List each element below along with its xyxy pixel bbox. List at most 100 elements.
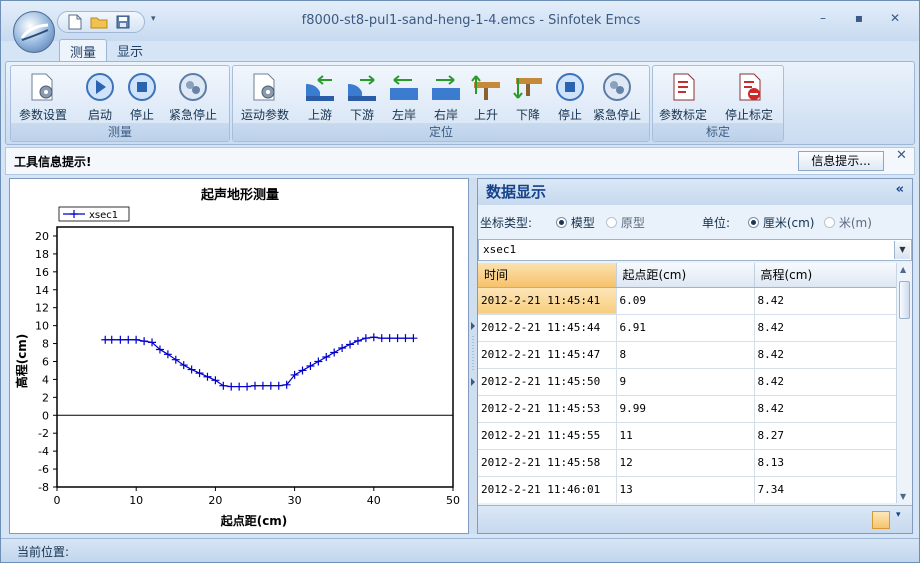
position-stop-button[interactable]: 停止 <box>553 70 587 123</box>
maximize-button[interactable]: ▪ <box>849 11 869 31</box>
cell-distance[interactable]: 6.91 <box>616 314 755 342</box>
emergency-stop-button[interactable]: 紧急停止 <box>169 70 217 123</box>
radio-prototype[interactable]: 原型 <box>606 214 645 231</box>
collapse-icon[interactable]: « <box>896 182 904 197</box>
motion-params-icon <box>248 70 282 104</box>
cell-time[interactable]: 2012-2-21 11:45:47 <box>478 341 617 369</box>
radio-model[interactable]: 模型 <box>556 214 595 231</box>
cell-time[interactable]: 2012-2-21 11:45:44 <box>478 314 617 342</box>
cell-elevation[interactable]: 8.13 <box>754 449 896 477</box>
cell-distance[interactable]: 9.99 <box>616 395 755 423</box>
panel-view-icon[interactable] <box>872 511 890 529</box>
close-icon[interactable]: ✕ <box>896 148 907 163</box>
rise-button[interactable]: 上升 <box>469 70 503 123</box>
x-tick-label: 40 <box>367 494 381 507</box>
chevron-down-icon[interactable]: ▼ <box>894 241 910 259</box>
qat-customize-icon[interactable]: ▾ <box>151 14 156 24</box>
save-icon[interactable] <box>114 13 132 31</box>
upstream-button[interactable]: 上游 <box>303 70 337 123</box>
cell-elevation[interactable]: 8.42 <box>754 287 896 315</box>
new-file-icon[interactable] <box>66 13 84 31</box>
left-bank-button[interactable]: 左岸 <box>387 70 421 123</box>
series-select[interactable]: xsec1 ▼ <box>478 239 912 261</box>
title-bar: ▾ f8000-st8-pul1-sand-heng-1-4.emcs - Si… <box>1 1 919 41</box>
cell-time[interactable]: 2012-2-21 11:45:55 <box>478 422 617 450</box>
cell-time[interactable]: 2012-2-21 11:45:41 <box>478 287 617 315</box>
radio-m[interactable]: 米(m) <box>824 214 872 231</box>
column-header-elevation[interactable]: 高程(cm) <box>754 263 896 288</box>
panel-splitter[interactable] <box>469 178 477 534</box>
cell-time[interactable]: 2012-2-21 11:46:01 <box>478 476 617 503</box>
column-header-distance[interactable]: 起点距(cm) <box>616 263 755 288</box>
tab-measure[interactable]: 测量 <box>59 39 108 61</box>
open-folder-icon[interactable] <box>90 13 108 31</box>
y-tick-label: 6 <box>42 355 49 368</box>
x-tick-label: 0 <box>54 494 61 507</box>
scroll-up-icon[interactable]: ▲ <box>900 265 906 274</box>
data-panel: 数据显示 « 坐标类型: 模型 原型 单位: 厘米(cm) 米(m) xsec1… <box>477 178 913 534</box>
stop-icon <box>125 70 159 104</box>
downstream-button[interactable]: 下游 <box>345 70 379 123</box>
table-row[interactable]: 2012-2-21 11:45:53 9.99 8.42 <box>478 395 896 423</box>
unit-label: 单位: <box>702 216 731 230</box>
table-row[interactable]: 2012-2-21 11:45:55 11 8.27 <box>478 422 896 450</box>
radio-cm[interactable]: 厘米(cm) <box>748 214 814 231</box>
cell-time[interactable]: 2012-2-21 11:45:53 <box>478 395 617 423</box>
start-button[interactable]: 启动 <box>83 70 117 123</box>
radio-icon <box>748 217 759 228</box>
close-button[interactable]: ✕ <box>885 11 905 31</box>
x-tick-label: 30 <box>288 494 302 507</box>
right-bank-button[interactable]: 右岸 <box>429 70 463 123</box>
param-calibrate-button[interactable]: 参数标定 <box>659 70 707 123</box>
cell-elevation[interactable]: 8.27 <box>754 422 896 450</box>
cell-time[interactable]: 2012-2-21 11:45:58 <box>478 449 617 477</box>
cell-distance[interactable]: 11 <box>616 422 755 450</box>
data-panel-title: 数据显示 <box>486 183 547 201</box>
table-row[interactable]: 2012-2-21 11:45:44 6.91 8.42 <box>478 314 896 342</box>
table-row[interactable]: 2012-2-21 11:45:47 8 8.42 <box>478 341 896 369</box>
group-position: 运动参数 上游 下游 左岸 右岸 上升 下降 停止 紧急停止 定位 <box>232 65 650 142</box>
cell-distance[interactable]: 13 <box>616 476 755 503</box>
scrollbar-thumb[interactable] <box>899 281 910 319</box>
cell-distance[interactable]: 12 <box>616 449 755 477</box>
cell-elevation[interactable]: 8.42 <box>754 368 896 396</box>
cell-elevation[interactable]: 8.42 <box>754 395 896 423</box>
tab-display[interactable]: 显示 <box>107 39 153 61</box>
column-header-time[interactable]: 时间 <box>478 263 617 288</box>
stop-calibrate-icon <box>732 70 766 104</box>
current-position-label: 当前位置: <box>17 545 70 559</box>
table-row[interactable]: 2012-2-21 11:45:41 6.09 8.42 <box>478 287 896 315</box>
ribbon: 参数设置 启动 停止 紧急停止 测量 运动参数 上游 下游 左岸 右岸 上升 下… <box>5 61 915 145</box>
cell-distance[interactable]: 9 <box>616 368 755 396</box>
data-grid: 时间 起点距(cm) 高程(cm) 2012-2-21 11:45:41 6.09… <box>478 263 896 503</box>
table-row[interactable]: 2012-2-21 11:45:50 9 8.42 <box>478 368 896 396</box>
chevron-more-icon[interactable]: ▾ <box>896 510 901 520</box>
app-logo-icon <box>20 23 49 41</box>
minimize-button[interactable]: – <box>813 11 833 31</box>
motion-params-button[interactable]: 运动参数 <box>241 70 289 123</box>
cell-elevation[interactable]: 7.34 <box>754 476 896 503</box>
vertical-scrollbar[interactable]: ▲ ▼ <box>896 263 912 503</box>
y-tick-label: 4 <box>42 373 49 386</box>
scroll-down-icon[interactable]: ▼ <box>900 492 906 501</box>
table-row[interactable]: 2012-2-21 11:45:58 12 8.13 <box>478 449 896 477</box>
cell-elevation[interactable]: 8.42 <box>754 341 896 369</box>
stop-button[interactable]: 停止 <box>125 70 159 123</box>
cell-distance[interactable]: 6.09 <box>616 287 755 315</box>
y-tick-label: 0 <box>42 409 49 422</box>
window-title: f8000-st8-pul1-sand-heng-1-4.emcs - Sinf… <box>301 13 641 28</box>
y-tick-label: 18 <box>35 248 49 261</box>
cell-time[interactable]: 2012-2-21 11:45:50 <box>478 368 617 396</box>
lower-button[interactable]: 下降 <box>511 70 545 123</box>
app-menu-button[interactable] <box>13 11 55 53</box>
position-emergency-stop-button[interactable]: 紧急停止 <box>593 70 641 123</box>
param-setup-button[interactable]: 参数设置 <box>19 70 67 123</box>
stop-calibrate-button[interactable]: 停止标定 <box>725 70 773 123</box>
quick-access-toolbar <box>57 11 145 33</box>
cell-elevation[interactable]: 8.42 <box>754 314 896 342</box>
table-row[interactable]: 2012-2-21 11:46:01 13 7.34 <box>478 476 896 503</box>
info-tips-button[interactable]: 信息提示... <box>798 151 884 171</box>
y-tick-label: 14 <box>35 284 49 297</box>
cell-distance[interactable]: 8 <box>616 341 755 369</box>
left-bank-icon <box>387 70 421 104</box>
